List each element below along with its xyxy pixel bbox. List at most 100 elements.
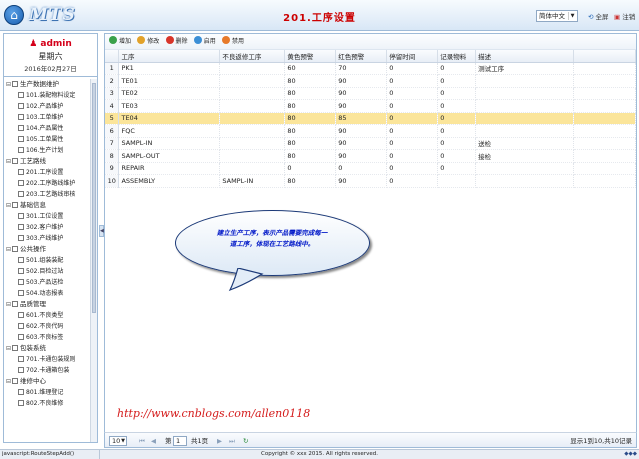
table-row[interactable]: 3 TE02 80 90 0 0 <box>105 87 636 100</box>
next-page-icon[interactable]: ▶ <box>217 436 222 446</box>
tree-group[interactable]: ⊟ 维修中心 <box>4 376 90 387</box>
table-row[interactable]: 10 ASSEMBLY SAMPL-IN 80 90 0 <box>105 174 636 188</box>
tree-item-label: 101.装配物料设定 <box>26 92 76 99</box>
prev-page-icon[interactable]: ◀ <box>151 436 156 446</box>
tree-group[interactable]: ⊟ 生产数据维护 <box>4 79 90 90</box>
delete-icon <box>165 36 174 44</box>
table-cell <box>475 87 575 100</box>
tree-item[interactable]: 801.维理登记 <box>4 387 90 398</box>
page-input[interactable]: 1 <box>173 436 187 446</box>
page-icon <box>18 268 24 274</box>
delete-button[interactable]: 删除 <box>165 34 188 49</box>
disable-button[interactable]: 禁用 <box>222 34 244 49</box>
table-row[interactable]: 1 PK1 60 70 0 0 测试工序 <box>105 62 636 75</box>
tree-item[interactable]: 301.工位设置 <box>4 211 90 222</box>
table-row[interactable]: 4 TE03 80 90 0 0 <box>105 99 636 113</box>
tree-group-label: 基础信息 <box>20 201 46 209</box>
page-icon <box>18 224 24 230</box>
table-cell <box>475 174 575 188</box>
table-cell <box>219 99 286 113</box>
tree-group[interactable]: ⊟ 工艺路线 <box>4 156 90 167</box>
column-header[interactable]: 工序 <box>118 50 221 63</box>
tree-item-label: 203.工艺路线审核 <box>26 191 76 198</box>
tree-item[interactable]: 802.不良维修 <box>4 398 90 409</box>
tree-group[interactable]: ⊟ 品质管理 <box>4 299 90 310</box>
tree-item[interactable]: 701.卡通包装规则 <box>4 354 90 365</box>
table-row[interactable]: 2 TE01 80 90 0 0 <box>105 74 636 88</box>
row-number: 9 <box>105 162 120 175</box>
logout-button[interactable]: ▣ 注销 <box>614 11 635 21</box>
table-row[interactable]: 8 SAMPL-OUT 80 90 0 0 接检 <box>105 149 636 163</box>
tree-item[interactable]: 101.装配物料设定 <box>4 90 90 101</box>
sidebar-scrollbar[interactable] <box>90 79 97 442</box>
tree-item[interactable]: 501.组装装配 <box>4 255 90 266</box>
scroll-thumb[interactable] <box>92 83 96 313</box>
table-cell: SAMPL-IN <box>219 174 286 188</box>
tree-item[interactable]: 502.目检过站 <box>4 266 90 277</box>
tree-item[interactable]: 105.工单属性 <box>4 134 90 145</box>
tree-group[interactable]: ⊟ 包装系统 <box>4 343 90 354</box>
tree-item[interactable]: 303.产线维护 <box>4 233 90 244</box>
language-select[interactable]: 简体中文 ▼ <box>536 10 578 22</box>
table-header: 工序 不良返修工序 黄色预警 红色预警 停留时间 记录物料 描述 <box>105 50 636 63</box>
tree-item[interactable]: 302.客户维护 <box>4 222 90 233</box>
refresh-icon[interactable]: ↻ <box>243 436 248 446</box>
status-indicators: ◆◆◆ <box>624 451 637 457</box>
column-header[interactable]: 不良返修工序 <box>219 50 286 63</box>
table-cell: 0 <box>386 99 439 113</box>
tree-item[interactable]: 601.不良类型 <box>4 310 90 321</box>
page-icon <box>18 103 24 109</box>
tree-group[interactable]: ⊟ 基础信息 <box>4 200 90 211</box>
last-page-icon[interactable]: ⏭ <box>229 436 235 446</box>
table-row[interactable]: 6 FQC 80 90 0 0 <box>105 124 636 138</box>
filler-cell <box>573 137 636 150</box>
filler-header <box>573 50 636 63</box>
tree-item[interactable]: 103.工单维护 <box>4 112 90 123</box>
table-row[interactable]: 7 SAMPL-IN 80 90 0 0 送检 <box>105 137 636 150</box>
table-row[interactable]: 5 TE04 80 85 0 0 <box>105 112 636 125</box>
tree-item[interactable]: 504.动态报表 <box>4 288 90 299</box>
column-header[interactable]: 停留时间 <box>386 50 439 63</box>
tree-item[interactable]: 201.工序设置 <box>4 167 90 178</box>
column-header[interactable]: 记录物料 <box>437 50 477 63</box>
table-cell: 80 <box>284 149 337 163</box>
enable-button[interactable]: 启用 <box>193 34 216 49</box>
page-icon <box>18 180 24 186</box>
tree-group-label: 维修中心 <box>20 377 46 385</box>
tree-item[interactable]: 203.工艺路线审核 <box>4 189 90 200</box>
filler-cell <box>573 124 636 138</box>
pagination-bar: 10 ▼ ⏮ ◀ 第 1 共1页 ▶ ⏭ ↻ 显示1到10,共10记录 <box>104 432 637 448</box>
table-cell: FQC <box>118 124 221 138</box>
tree-item[interactable]: 202.工序路线维护 <box>4 178 90 189</box>
tree-item[interactable]: 603.不良标签 <box>4 332 90 343</box>
row-number: 7 <box>105 137 120 150</box>
table-cell: 0 <box>437 149 477 163</box>
column-header[interactable]: 红色预警 <box>335 50 388 63</box>
fullscreen-button[interactable]: ⟲ 全屏 <box>588 11 609 21</box>
tree-group-label: 工艺路线 <box>20 157 46 165</box>
tree-item[interactable]: 602.不良代码 <box>4 321 90 332</box>
edit-button[interactable]: 修改 <box>137 34 159 49</box>
first-page-icon[interactable]: ⏮ <box>139 436 145 446</box>
tree-item[interactable]: 503.产品送检 <box>4 277 90 288</box>
tree-item-label: 103.工单维护 <box>26 114 64 121</box>
tree-item[interactable]: 102.产品维护 <box>4 101 90 112</box>
tree-group[interactable]: ⊟ 公共操作 <box>4 244 90 255</box>
folder-icon <box>12 345 18 351</box>
tree-item-label: 601.不良类型 <box>26 312 64 319</box>
tree-item[interactable]: 104.产品属性 <box>4 123 90 134</box>
column-header[interactable]: 黄色预警 <box>284 50 337 63</box>
tree-group-label: 品质管理 <box>20 300 46 308</box>
filler-cell <box>573 99 636 113</box>
column-header[interactable]: 描述 <box>475 50 575 63</box>
table-row[interactable]: 9 REPAIR 0 0 0 0 <box>105 162 636 175</box>
table-cell: 0 <box>386 162 439 175</box>
add-button[interactable]: 增加 <box>109 34 131 49</box>
tree-item[interactable]: 106.生产计划 <box>4 145 90 156</box>
table-cell: 85 <box>335 112 388 125</box>
table-cell: 90 <box>335 137 388 150</box>
tree-item[interactable]: 702.卡通箱包装 <box>4 365 90 376</box>
table-cell: TE01 <box>118 74 221 88</box>
page-icon <box>18 213 24 219</box>
page-size-select[interactable]: 10 ▼ <box>109 436 127 446</box>
